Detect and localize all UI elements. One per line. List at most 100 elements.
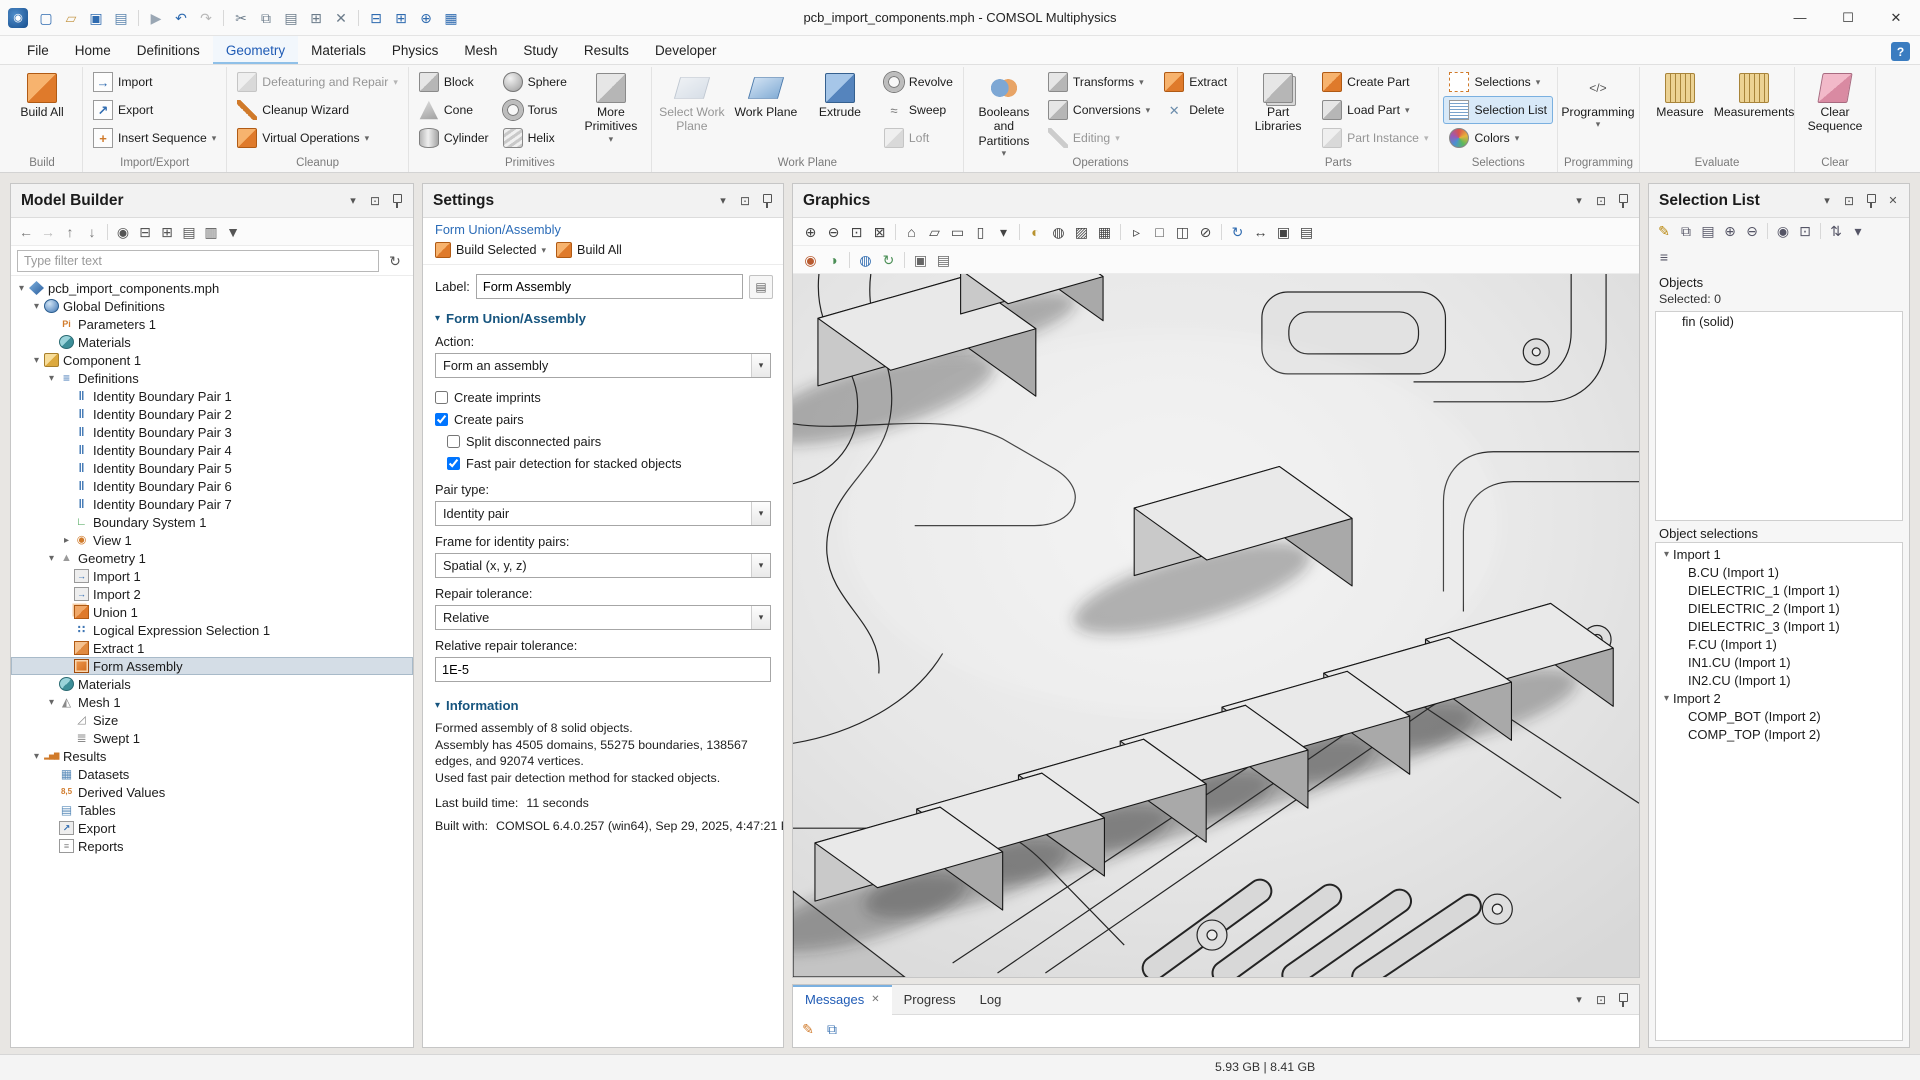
selections-button[interactable]: Selections▾	[1443, 68, 1553, 96]
build-selected-button[interactable]: Build Selected ▾	[435, 242, 546, 258]
pin-panel-button[interactable]	[1861, 191, 1881, 211]
information-section-header[interactable]: Information	[435, 698, 771, 713]
booleans-and-partitions-button[interactable]: Booleans and Partitions▾	[968, 68, 1040, 153]
expander-icon[interactable]: ▾	[45, 373, 58, 384]
menu-developer[interactable]: Developer	[642, 36, 730, 64]
sphere-button[interactable]: Sphere	[497, 68, 573, 96]
select-button[interactable]: ▹	[1125, 220, 1148, 243]
tree-item[interactable]: Parameters 1	[11, 315, 413, 333]
table-window-button[interactable]: ▦	[439, 6, 463, 30]
select-box-button[interactable]: □	[1148, 220, 1171, 243]
graphics-canvas[interactable]	[793, 274, 1639, 977]
columns-button[interactable]: ▥	[200, 221, 222, 243]
view-options-button[interactable]: ▾	[1847, 220, 1869, 242]
transparency-button[interactable]: ▨	[1070, 220, 1093, 243]
colors-button[interactable]: Colors▾	[1443, 124, 1553, 152]
menu-geometry[interactable]: Geometry	[213, 36, 298, 64]
expander-icon[interactable]: ▾	[30, 355, 43, 366]
tree-item[interactable]: Export	[11, 819, 413, 837]
loft-button[interactable]: Loft	[878, 124, 959, 152]
revolve-button[interactable]: Revolve	[878, 68, 959, 96]
tab-messages[interactable]: Messages✕	[793, 985, 892, 1015]
pair-type-dropdown[interactable]: Identity pair	[435, 501, 771, 526]
helix-button[interactable]: Helix	[497, 124, 573, 152]
panel-menu-button[interactable]	[1569, 990, 1589, 1010]
float-panel-button[interactable]	[365, 191, 385, 211]
cleanup-wizard-button[interactable]: Cleanup Wizard	[231, 96, 404, 124]
wireframe-button[interactable]: ▦	[1093, 220, 1116, 243]
duplicate-button[interactable]: ⊞	[304, 6, 328, 30]
split-disconnected-pairs-checkbox-input[interactable]	[447, 435, 460, 448]
cone-button[interactable]: Cone	[413, 96, 495, 124]
tree-item[interactable]: F.CU (Import 1)	[1656, 635, 1902, 653]
panel-menu-button[interactable]	[1569, 191, 1589, 211]
tree-item[interactable]: DIELECTRIC_2 (Import 1)	[1656, 599, 1902, 617]
message-edit-button[interactable]: ✎	[797, 1018, 819, 1040]
tree-item[interactable]: Derived Values	[11, 783, 413, 801]
measurements-button[interactable]: Measurements	[1718, 68, 1790, 153]
menu-results[interactable]: Results	[571, 36, 642, 64]
zoom-in-button[interactable]: ⊕	[799, 220, 822, 243]
tree-item[interactable]: ▸View 1	[11, 531, 413, 549]
tree-item[interactable]: Identity Boundary Pair 1	[11, 387, 413, 405]
close-panel-button[interactable]	[1883, 191, 1903, 211]
create-imprints-checkbox-input[interactable]	[435, 391, 448, 404]
tree-item[interactable]: B.CU (Import 1)	[1656, 563, 1902, 581]
help-button[interactable]: ?	[1891, 42, 1910, 61]
tree-item[interactable]: Logical Expression Selection 1	[11, 621, 413, 639]
tree-item[interactable]: Datasets	[11, 765, 413, 783]
maximize-button[interactable]: ☐	[1824, 0, 1872, 36]
tree-item[interactable]: Identity Boundary Pair 5	[11, 459, 413, 477]
minimize-button[interactable]: —	[1776, 0, 1824, 36]
copy-selection-button[interactable]: ⧉	[1675, 220, 1697, 242]
build-all-button[interactable]: Build All	[556, 242, 622, 258]
relative-repair-tolerance-input[interactable]	[435, 657, 771, 682]
show-selection-colors-button[interactable]: ◉	[799, 248, 822, 271]
tree-item[interactable]: ▾Import 2	[1656, 689, 1902, 707]
fast-pair-detection-for-stacked-objects-checkbox[interactable]: Fast pair detection for stacked objects	[435, 452, 771, 474]
tree-item[interactable]: Identity Boundary Pair 2	[11, 405, 413, 423]
tree-item[interactable]: Extract 1	[11, 639, 413, 657]
import-button[interactable]: →Import	[87, 68, 222, 96]
frame-dropdown[interactable]: Spatial (x, y, z)	[435, 553, 771, 578]
menu-physics[interactable]: Physics	[379, 36, 452, 64]
sort-selections-button[interactable]: ⇅	[1825, 220, 1847, 242]
tree-item[interactable]: ▾Import 1	[1656, 545, 1902, 563]
menu-materials[interactable]: Materials	[298, 36, 379, 64]
undo-button[interactable]: ↶	[169, 6, 193, 30]
new-file-button[interactable]: ▢	[34, 6, 58, 30]
filter-input[interactable]	[17, 250, 379, 272]
collapse-all-button[interactable]: ⊟	[134, 221, 156, 243]
print-button[interactable]: ▤	[1295, 220, 1318, 243]
pin-panel-button[interactable]	[757, 191, 777, 211]
create-pairs-checkbox-input[interactable]	[435, 413, 448, 426]
run-button[interactable]: ▶	[144, 6, 168, 30]
tab-log[interactable]: Log	[968, 985, 1014, 1015]
selection-list-button[interactable]: Selection List	[1443, 96, 1553, 124]
repair-tolerance-dropdown[interactable]: Relative	[435, 605, 771, 630]
block-button[interactable]: Block	[413, 68, 495, 96]
tree-item[interactable]: IN2.CU (Import 1)	[1656, 671, 1902, 689]
menu-file[interactable]: File	[14, 36, 62, 64]
select-adjacent-button[interactable]: ◫	[1171, 220, 1194, 243]
paste-selection-button[interactable]: ▤	[1697, 220, 1719, 242]
selection-list-options-button[interactable]: ≡	[1653, 246, 1675, 268]
window-new-button[interactable]: ⊞	[389, 6, 413, 30]
go-to-yz-view-button[interactable]: ▭	[946, 220, 969, 243]
zoom-to-selection-button[interactable]: ⊠	[868, 220, 891, 243]
add-selection-button[interactable]: ⊕	[1719, 220, 1741, 242]
zoom-window-button[interactable]: ⊕	[414, 6, 438, 30]
zoom-extents-button[interactable]: ⊡	[845, 220, 868, 243]
pan-view-button[interactable]: ↔	[1249, 220, 1272, 243]
zoom-selection-button[interactable]: ⊡	[1794, 220, 1816, 242]
expander-icon[interactable]: ▸	[60, 535, 73, 546]
filter-button[interactable]: ▼	[222, 221, 244, 243]
tree-item[interactable]: COMP_BOT (Import 2)	[1656, 707, 1902, 725]
expander-icon[interactable]: ▾	[45, 553, 58, 564]
tree-item[interactable]: DIELECTRIC_3 (Import 1)	[1656, 617, 1902, 635]
expander-icon[interactable]: ▾	[15, 283, 28, 294]
create-imprints-checkbox[interactable]: Create imprints	[435, 386, 771, 408]
tree-item[interactable]: Identity Boundary Pair 7	[11, 495, 413, 513]
tree-item[interactable]: ▾Component 1	[11, 351, 413, 369]
programming-button[interactable]: </>Programming▾	[1562, 68, 1634, 153]
